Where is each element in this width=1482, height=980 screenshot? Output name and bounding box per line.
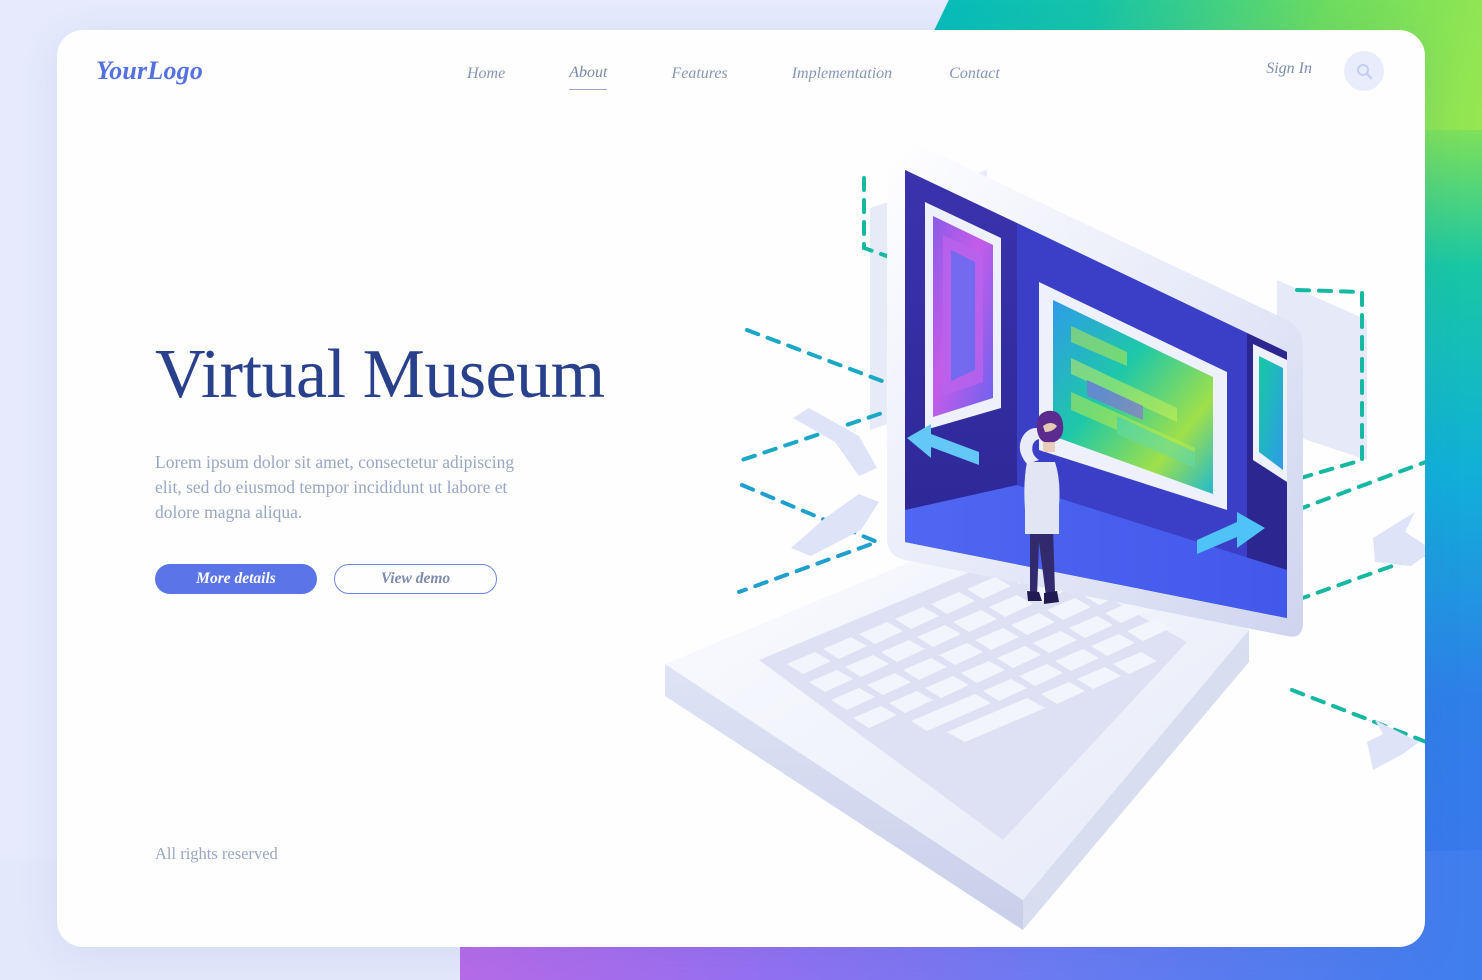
search-button[interactable] [1344,51,1384,91]
search-icon [1356,63,1372,79]
floating-arrow-up-right [1373,512,1425,566]
nav-item-features[interactable]: Features [671,61,727,90]
visitor-neck [1043,442,1055,452]
nav-item-implementation[interactable]: Implementation [792,61,892,90]
more-details-button[interactable]: More details [155,563,317,594]
main-navigation: Home About Features Implementation Conta… [467,60,1064,90]
floating-arrow-up-left [793,408,877,476]
hero-description: Lorem ipsum dolor sit amet, consectetur … [155,452,515,523]
floating-arrow-down-right [1367,720,1419,770]
page-root: YourLogo Home About Features Implementat… [0,0,1482,980]
hero-illustration [587,130,1425,930]
sign-in-link[interactable]: Sign In [1266,60,1312,78]
visitor-shoe-right [1044,591,1059,604]
site-header: YourLogo Home About Features Implementat… [57,30,1425,120]
laptop-screen [887,137,1303,637]
view-demo-button[interactable]: View demo [334,563,497,594]
isometric-laptop-scene [665,137,1425,930]
copyright-text: All rights reserved [155,844,278,863]
visitor-torso [1024,462,1060,534]
landing-card: YourLogo Home About Features Implementat… [57,30,1425,947]
site-logo[interactable]: YourLogo [96,56,203,86]
artwork-left [925,202,1001,430]
nav-item-about[interactable]: About [569,60,608,90]
nav-item-home[interactable]: Home [467,61,505,90]
nav-item-contact[interactable]: Contact [949,61,1000,90]
artwork-right [1253,344,1287,482]
